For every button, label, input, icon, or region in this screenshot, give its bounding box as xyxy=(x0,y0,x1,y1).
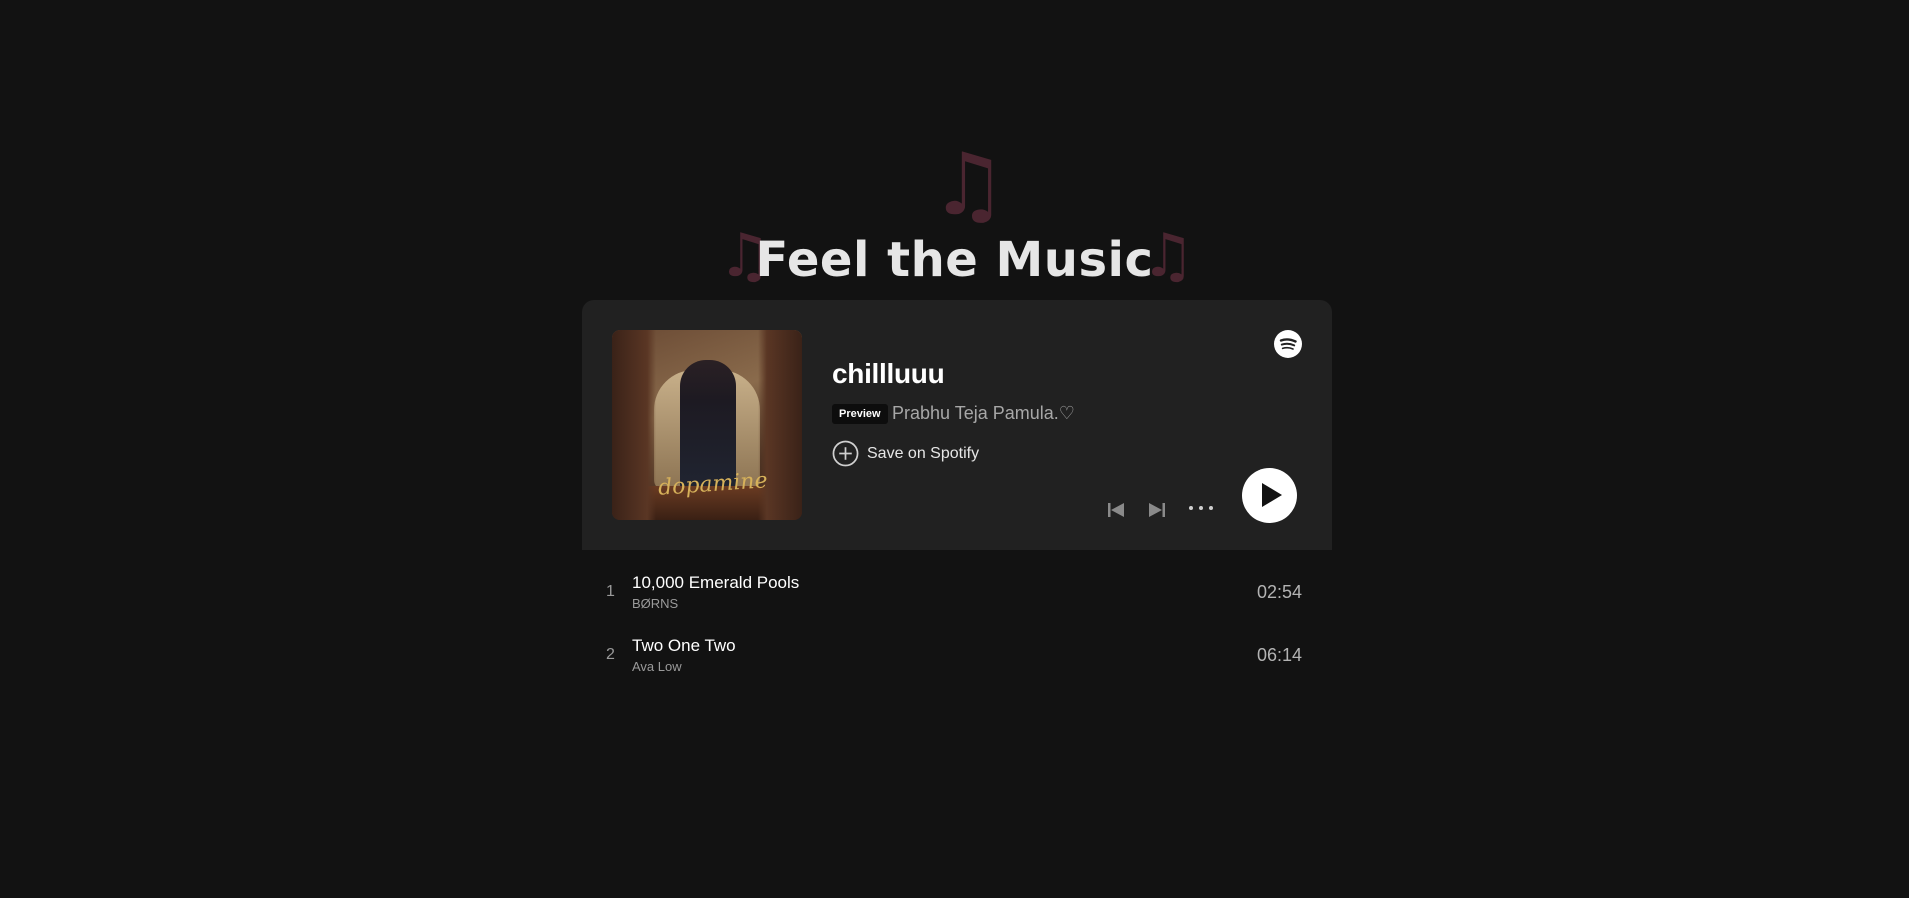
spotify-embed-card: dopamine chillluuu Preview Prabhu Teja P… xyxy=(582,300,1332,550)
spotify-icon[interactable] xyxy=(1274,330,1302,358)
play-icon xyxy=(1262,483,1282,507)
play-button[interactable] xyxy=(1242,468,1297,523)
save-label: Save on Spotify xyxy=(867,444,980,462)
track-row[interactable]: 1 10,000 Emerald Pools BØRNS 02:54 xyxy=(582,560,1332,623)
track-artist[interactable]: BØRNS xyxy=(632,596,678,611)
page: ♫ ♫ ♫ Feel the Music dopamine chillluuu … xyxy=(0,0,1909,898)
track-number: 2 xyxy=(606,646,615,663)
page-title: Feel the Music xyxy=(755,232,1154,288)
preview-badge: Preview xyxy=(832,404,888,424)
track-duration: 02:54 xyxy=(1256,582,1302,602)
playlist-title[interactable]: chillluuu xyxy=(832,358,945,390)
previous-icon[interactable] xyxy=(1106,500,1126,520)
track-artist[interactable]: Ava Low xyxy=(632,659,682,674)
more-icon[interactable] xyxy=(1187,498,1215,518)
music-note-icon: ♫ xyxy=(930,135,1008,235)
track-duration: 06:14 xyxy=(1256,645,1302,665)
save-on-spotify-button[interactable]: Save on Spotify xyxy=(832,440,979,467)
track-list: 1 10,000 Emerald Pools BØRNS 02:54 2 Two… xyxy=(582,560,1332,686)
track-title: Two One Two xyxy=(632,636,736,655)
track-number: 1 xyxy=(606,583,615,600)
track-title: 10,000 Emerald Pools xyxy=(632,573,800,592)
next-icon[interactable] xyxy=(1147,500,1167,520)
track-row[interactable]: 2 Two One Two Ava Low 06:14 xyxy=(582,623,1332,686)
plus-circle-icon xyxy=(832,440,859,467)
playlist-owner[interactable]: Prabhu Teja Pamula.♡ xyxy=(892,403,1075,424)
cover-leg-left xyxy=(612,330,656,520)
album-cover[interactable]: dopamine xyxy=(612,330,802,520)
